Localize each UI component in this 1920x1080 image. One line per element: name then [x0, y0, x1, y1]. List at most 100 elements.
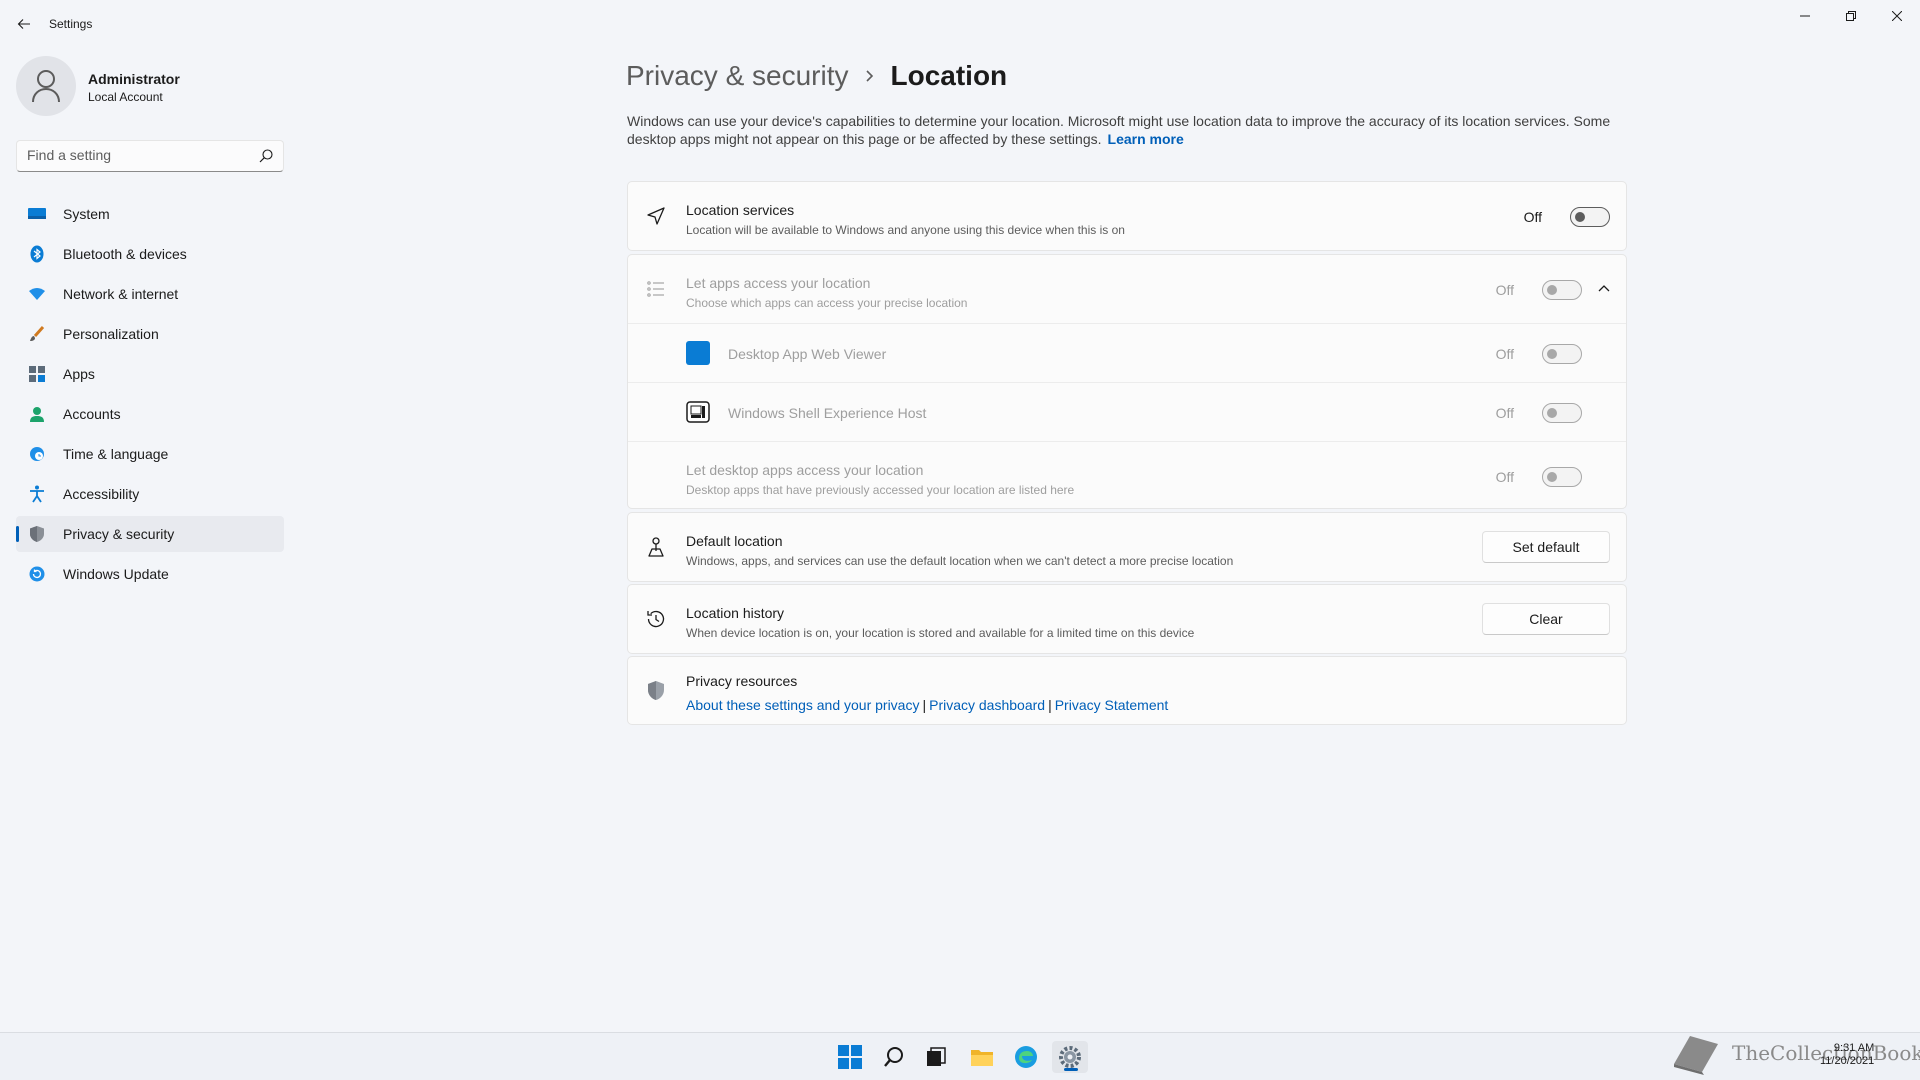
sidebar-item-label: Accessibility	[63, 486, 140, 502]
apps-icon	[27, 364, 47, 384]
system-icon	[27, 204, 47, 224]
clock-time: 9:31 AM	[1833, 1042, 1875, 1054]
sidebar-item-label: Apps	[63, 366, 95, 382]
clock-date: 11/20/2021	[1820, 1055, 1875, 1067]
link-separator: |	[1048, 697, 1052, 713]
sidebar-item-network[interactable]: Network & internet	[16, 276, 284, 312]
brush-icon	[27, 324, 47, 344]
user-icon	[32, 70, 60, 103]
desktop-app-web-viewer-toggle[interactable]	[1542, 344, 1582, 364]
chevron-right-icon	[865, 69, 875, 83]
search-icon[interactable]	[259, 149, 273, 163]
globe-clock-icon	[27, 444, 47, 464]
watermark: TheCollectionBook	[1668, 1030, 1920, 1076]
app-access-card: Let apps access your location Choose whi…	[627, 254, 1627, 509]
location-arrow-icon	[644, 204, 668, 228]
app-access-row: Let apps access your location Choose whi…	[628, 255, 1626, 323]
location-services-toggle[interactable]	[1570, 207, 1610, 227]
app-access-state: Off	[1495, 282, 1514, 298]
back-arrow-icon	[17, 19, 30, 29]
location-services-state: Off	[1523, 209, 1542, 225]
close-button[interactable]	[1874, 0, 1920, 32]
default-location-title: Default location	[686, 533, 783, 549]
privacy-statement-link[interactable]: Privacy Statement	[1055, 697, 1169, 713]
sidebar-item-privacy-security[interactable]: Privacy & security	[16, 516, 284, 552]
location-history-row: Location history When device location is…	[628, 585, 1626, 653]
sidebar-item-time-language[interactable]: Time & language	[16, 436, 284, 472]
taskbar-search-button[interactable]	[876, 1041, 912, 1073]
location-history-title: Location history	[686, 605, 785, 621]
sidebar-item-label: Windows Update	[63, 566, 169, 582]
edge-browser-button[interactable]	[1008, 1041, 1044, 1073]
app-row-desktop-web-viewer: Desktop App Web Viewer Off	[628, 324, 1626, 382]
breadcrumb: Privacy & security Location	[626, 56, 1007, 96]
sidebar-item-accounts[interactable]: Accounts	[16, 396, 284, 432]
history-icon	[644, 607, 668, 631]
app-access-toggle[interactable]	[1542, 280, 1582, 300]
clear-history-button[interactable]: Clear	[1482, 603, 1610, 635]
system-clock[interactable]: 9:31 AM 11/20/2021	[1820, 1042, 1874, 1068]
network-icon	[27, 284, 47, 304]
app-row-shell-experience-host: Windows Shell Experience Host Off	[628, 383, 1626, 441]
sidebar-item-label: System	[63, 206, 110, 222]
folder-icon	[971, 1050, 993, 1066]
app-access-description: Choose which apps can access your precis…	[686, 296, 968, 310]
breadcrumb-parent[interactable]: Privacy & security	[626, 60, 849, 92]
sidebar-item-label: Personalization	[63, 326, 159, 342]
back-button[interactable]	[12, 12, 36, 36]
link-separator: |	[922, 697, 927, 713]
chevron-up-icon[interactable]	[1598, 282, 1610, 300]
title-bar: Settings	[0, 0, 1920, 48]
shell-experience-host-toggle[interactable]	[1542, 403, 1582, 423]
privacy-resources-card: Privacy resources About these settings a…	[627, 656, 1627, 725]
file-explorer-button[interactable]	[964, 1041, 1000, 1073]
task-view-icon	[927, 1047, 946, 1066]
accessibility-icon	[27, 484, 47, 504]
active-indicator	[1064, 1068, 1078, 1071]
location-history-card: Location history When device location is…	[627, 584, 1627, 654]
privacy-dashboard-link[interactable]: Privacy dashboard	[929, 697, 1045, 713]
pin-map-icon	[644, 535, 668, 559]
sidebar-item-personalization[interactable]: Personalization	[16, 316, 284, 352]
search-input[interactable]	[27, 147, 247, 163]
shell-experience-host-icon	[686, 400, 710, 424]
sidebar-item-accessibility[interactable]: Accessibility	[16, 476, 284, 512]
desktop-apps-access-state: Off	[1495, 469, 1514, 485]
location-services-description: Location will be available to Windows an…	[686, 223, 1125, 237]
default-location-description: Windows, apps, and services can use the …	[686, 554, 1234, 568]
location-services-row: Location services Location will be avail…	[628, 182, 1626, 250]
sidebar-item-apps[interactable]: Apps	[16, 356, 284, 392]
sidebar-item-system[interactable]: System	[16, 196, 284, 232]
desktop-apps-access-title: Let desktop apps access your location	[686, 462, 924, 478]
edge-icon	[1015, 1046, 1037, 1068]
taskbar	[0, 1032, 1920, 1080]
app-name: Windows Shell Experience Host	[728, 405, 927, 421]
restore-button[interactable]	[1828, 0, 1874, 32]
minimize-button[interactable]	[1782, 0, 1828, 32]
windows-logo-icon	[838, 1045, 862, 1069]
close-icon	[1892, 11, 1902, 21]
restore-icon	[1846, 11, 1856, 21]
intro-description: Windows can use your device's capabiliti…	[627, 112, 1617, 148]
task-view-button[interactable]	[918, 1041, 954, 1073]
page-title: Location	[890, 60, 1008, 91]
sidebar-item-label: Privacy & security	[63, 526, 175, 542]
learn-more-link[interactable]: Learn more	[1108, 131, 1184, 147]
about-settings-link[interactable]: About these settings and your privacy	[686, 697, 919, 713]
sidebar-item-bluetooth[interactable]: Bluetooth & devices	[16, 236, 284, 272]
sidebar-item-label: Bluetooth & devices	[63, 246, 187, 262]
privacy-links: About these settings and your privacy | Pr…	[686, 697, 1168, 713]
profile-account-type: Local Account	[88, 90, 163, 104]
window-title: Settings	[49, 17, 93, 31]
user-profile[interactable]: Administrator Local Account	[16, 56, 286, 120]
settings-app-button[interactable]	[1052, 1041, 1088, 1073]
app-state: Off	[1495, 346, 1514, 362]
sidebar-item-windows-update[interactable]: Windows Update	[16, 556, 284, 592]
desktop-apps-access-toggle[interactable]	[1542, 467, 1582, 487]
accounts-icon	[27, 404, 47, 424]
sidebar-item-label: Network & internet	[63, 286, 179, 302]
set-default-button[interactable]: Set default	[1482, 531, 1610, 563]
start-button[interactable]	[832, 1041, 868, 1073]
update-icon	[27, 564, 47, 584]
book-logo-icon	[1674, 1036, 1718, 1075]
